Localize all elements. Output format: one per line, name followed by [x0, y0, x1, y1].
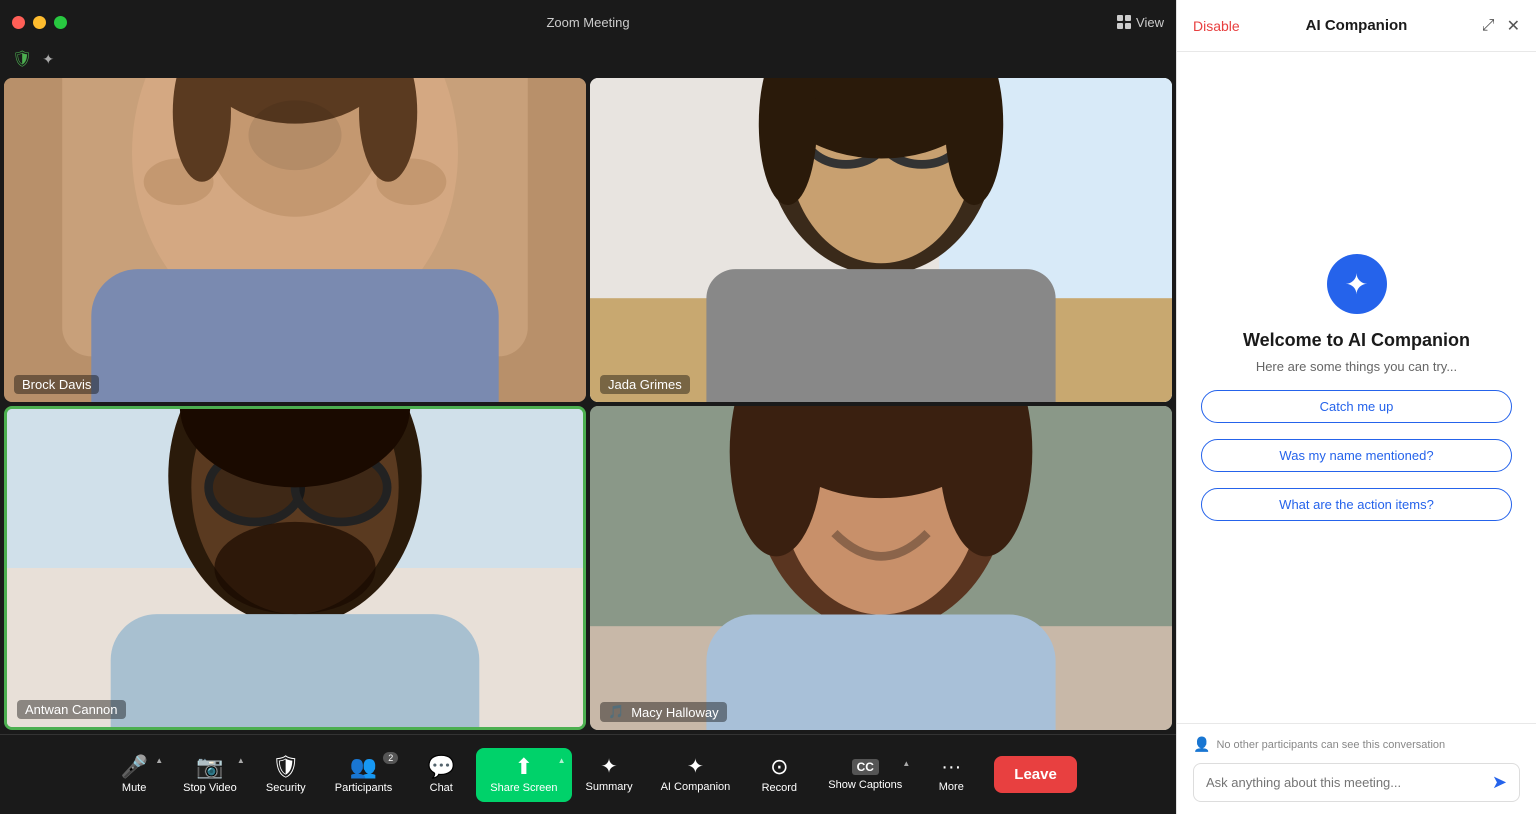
privacy-notice: 👤 No other participants can see this con…	[1193, 736, 1520, 753]
view-button[interactable]: View	[1117, 15, 1164, 30]
ai-companion-button[interactable]: ✦ AI Companion	[647, 749, 745, 801]
sidebar-title: AI Companion	[1306, 17, 1408, 34]
send-button[interactable]: ➤	[1492, 772, 1507, 793]
more-button[interactable]: ··· More	[916, 749, 986, 801]
share-screen-button[interactable]: ▲ ⬆ Share Screen	[476, 748, 571, 802]
share-icon: ⬆	[515, 756, 533, 778]
participant-label-jada: Jada Grimes	[600, 375, 690, 394]
participants-button[interactable]: 👥 2 Participants	[321, 748, 406, 802]
video-tile-brock[interactable]: Brock Davis	[4, 78, 586, 402]
privacy-icon: 👤	[1193, 736, 1210, 753]
stop-video-button[interactable]: ▲ 📷 Stop Video	[169, 748, 251, 802]
video-tile-antwan[interactable]: Antwan Cannon	[4, 406, 586, 730]
summary-icon: ✦	[601, 757, 618, 777]
minimize-button[interactable]	[33, 16, 46, 29]
summary-button[interactable]: ✦ Summary	[572, 749, 647, 801]
record-icon: ⊙	[770, 756, 788, 778]
disable-button[interactable]: Disable	[1193, 18, 1240, 34]
sparkle-icon: ✦	[42, 51, 54, 68]
suggestion-action-items[interactable]: What are the action items?	[1201, 488, 1512, 521]
sidebar-header-inner: Disable AI Companion ⤢ ✕	[1193, 16, 1520, 36]
ai-logo: ✦	[1327, 254, 1387, 314]
participants-icon: 👥	[350, 756, 377, 778]
camera-icon: 📷	[196, 756, 223, 778]
toolbar: ▲ 🎤 Mute ▲ 📷 Stop Video 🛡 Security 👥 2 P…	[0, 734, 1176, 814]
more-icon: ···	[941, 757, 961, 777]
sidebar-footer: 👤 No other participants can see this con…	[1177, 723, 1536, 814]
captions-button[interactable]: ▲ CC Show Captions	[814, 751, 916, 799]
record-button[interactable]: ⊙ Record	[744, 748, 814, 802]
title-bar: Zoom Meeting View	[0, 0, 1176, 44]
grid-icon	[1117, 15, 1131, 29]
welcome-title: Welcome to AI Companion	[1243, 330, 1470, 351]
ai-logo-icon: ✦	[1345, 268, 1368, 301]
sidebar-header-actions: ⤢ ✕	[1482, 16, 1520, 36]
welcome-subtitle: Here are some things you can try...	[1256, 359, 1457, 374]
sidebar-content: ✦ Welcome to AI Companion Here are some …	[1177, 52, 1536, 723]
close-sidebar-button[interactable]: ✕	[1507, 16, 1520, 36]
ai-icon: ✦	[687, 757, 704, 777]
captions-chevron: ▲	[902, 759, 910, 768]
meeting-area: Zoom Meeting View 🛡 ✦	[0, 0, 1176, 814]
ai-sidebar: Disable AI Companion ⤢ ✕ ✦ Welcome to AI…	[1176, 0, 1536, 814]
video-chevron: ▲	[237, 756, 245, 765]
share-chevron: ▲	[558, 756, 566, 765]
meeting-title: Zoom Meeting	[546, 15, 629, 30]
window-controls	[12, 16, 67, 29]
security-button[interactable]: 🛡 Security	[251, 748, 321, 802]
shield-icon: 🛡	[12, 49, 32, 69]
maximize-button[interactable]	[54, 16, 67, 29]
participant-label-macy: 🎵 Macy Halloway	[600, 702, 727, 722]
sidebar-header: Disable AI Companion ⤢ ✕	[1177, 0, 1536, 52]
mute-button[interactable]: ▲ 🎤 Mute	[99, 748, 169, 802]
chat-button[interactable]: 💬 Chat	[406, 748, 476, 802]
external-link-button[interactable]: ⤢	[1482, 17, 1495, 35]
status-bar: 🛡 ✦	[0, 44, 1176, 74]
video-grid: Brock Davis	[0, 74, 1176, 734]
mute-chevron: ▲	[155, 756, 163, 765]
participants-count: 2	[383, 752, 398, 764]
chat-icon: 💬	[428, 756, 455, 778]
microphone-icon: 🎤	[120, 756, 147, 778]
suggestion-catch-up[interactable]: Catch me up	[1201, 390, 1512, 423]
chat-input[interactable]	[1206, 775, 1484, 790]
video-tile-macy[interactable]: 🎵 Macy Halloway	[590, 406, 1172, 730]
participant-label-antwan: Antwan Cannon	[17, 700, 126, 719]
security-icon: 🛡	[272, 756, 300, 778]
suggestion-name-mentioned[interactable]: Was my name mentioned?	[1201, 439, 1512, 472]
close-button[interactable]	[12, 16, 25, 29]
chat-input-area: ➤	[1193, 763, 1520, 802]
video-tile-jada[interactable]: Jada Grimes	[590, 78, 1172, 402]
participant-label-brock: Brock Davis	[14, 375, 99, 394]
leave-button[interactable]: Leave	[994, 756, 1077, 793]
captions-icon: CC	[852, 759, 879, 775]
